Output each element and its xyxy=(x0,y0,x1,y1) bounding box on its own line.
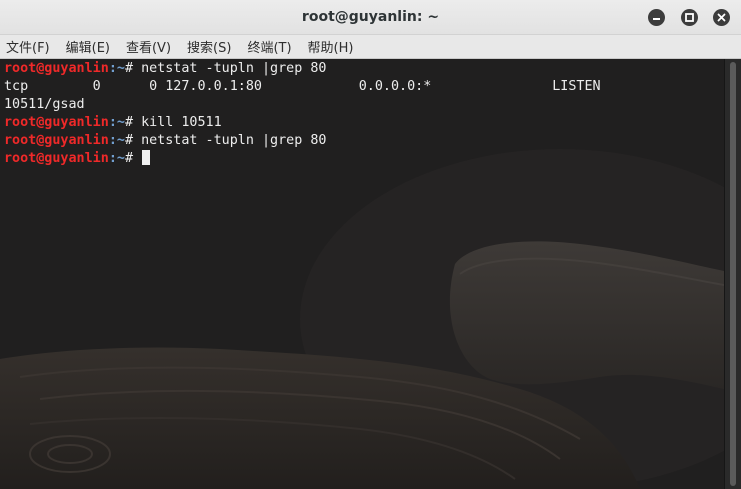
command-text: netstat -tupln |grep 80 xyxy=(141,133,327,148)
menu-file[interactable]: 文件(F) xyxy=(6,37,50,56)
prompt-user-host: root@guyanlin xyxy=(4,115,109,130)
prompt-symbol: # xyxy=(124,151,142,166)
menu-help[interactable]: 帮助(H) xyxy=(308,37,354,56)
minimize-button[interactable] xyxy=(648,9,665,26)
menu-bar: 文件(F) 编辑(E) 查看(V) 搜索(S) 终端(T) 帮助(H) xyxy=(0,35,741,59)
prompt-user-host: root@guyanlin xyxy=(4,61,109,76)
window-title: root@guyanlin: ~ xyxy=(301,9,440,25)
terminal-line-prompt: root@guyanlin:~# netstat -tupln |grep 80 xyxy=(4,132,601,150)
text-cursor xyxy=(142,150,151,165)
terminal-output: root@guyanlin:~# netstat -tupln |grep 80… xyxy=(4,60,601,168)
title-bar[interactable]: root@guyanlin: ~ xyxy=(0,0,741,35)
menu-view[interactable]: 查看(V) xyxy=(126,37,171,56)
minimize-icon xyxy=(653,18,660,20)
prompt-user-host: root@guyanlin xyxy=(4,133,109,148)
close-icon xyxy=(717,13,726,22)
maximize-button[interactable] xyxy=(681,9,698,26)
menu-edit[interactable]: 编辑(E) xyxy=(66,37,110,56)
close-button[interactable] xyxy=(713,9,730,26)
command-text: netstat -tupln |grep 80 xyxy=(141,61,327,76)
prompt-symbol: # xyxy=(124,61,142,76)
menu-terminal[interactable]: 终端(T) xyxy=(247,37,291,56)
prompt-path: :~ xyxy=(108,151,125,166)
terminal-line-prompt: root@guyanlin:~# kill 10511 xyxy=(4,114,601,132)
terminal-line-prompt: root@guyanlin:~# xyxy=(4,150,601,168)
terminal-line-output: tcp 0 0 127.0.0.1:80 0.0.0.0:* LISTEN xyxy=(4,79,601,94)
prompt-path: :~ xyxy=(108,133,125,148)
terminal-line-output: 10511/gsad xyxy=(4,97,85,112)
prompt-symbol: # xyxy=(124,133,142,148)
terminal-area[interactable]: root@guyanlin:~# netstat -tupln |grep 80… xyxy=(0,59,724,489)
prompt-path: :~ xyxy=(108,61,125,76)
terminal-window: root@guyanlin: ~ 文件(F) 编辑(E) 查看(V) 搜索(S)… xyxy=(0,0,741,489)
prompt-symbol: # xyxy=(124,115,142,130)
prompt-path: :~ xyxy=(108,115,125,130)
command-text: kill 10511 xyxy=(141,115,222,130)
menu-search[interactable]: 搜索(S) xyxy=(187,37,231,56)
prompt-user-host: root@guyanlin xyxy=(4,151,109,166)
scrollbar-thumb[interactable] xyxy=(730,62,736,486)
maximize-icon xyxy=(685,13,694,22)
terminal-line-prompt: root@guyanlin:~# netstat -tupln |grep 80 xyxy=(4,60,601,78)
vertical-scrollbar[interactable] xyxy=(724,59,741,489)
